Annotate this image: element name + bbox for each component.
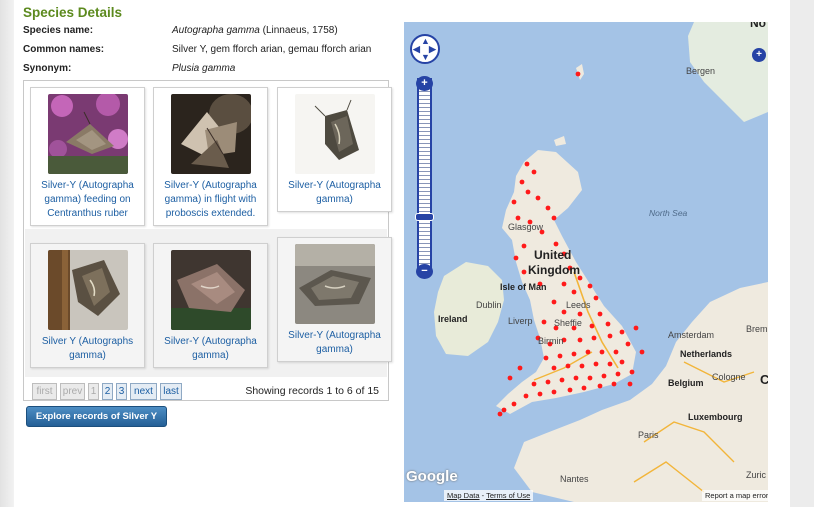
label-north-sea: North Sea bbox=[649, 208, 688, 218]
label-bremen: Brem bbox=[746, 324, 768, 334]
map-base bbox=[404, 22, 768, 502]
pager-next[interactable]: next bbox=[130, 383, 157, 400]
detail-label: Species name: bbox=[23, 25, 94, 36]
detail-label: Synonym: bbox=[23, 63, 72, 74]
pager-last[interactable]: last bbox=[160, 383, 182, 400]
label-leeds: Leeds bbox=[566, 300, 591, 310]
label-netherlands: Netherlands bbox=[680, 349, 733, 359]
pager-page-2[interactable]: 2 bbox=[102, 383, 113, 400]
moth-on-pink-flower-photo[interactable] bbox=[47, 94, 128, 174]
moth-on-white-photo[interactable] bbox=[294, 94, 375, 174]
photo-caption-link[interactable]: Silver-Y (Autographa gamma) bbox=[154, 330, 267, 367]
moth-in-flight-photo[interactable] bbox=[170, 94, 251, 174]
photo-card[interactable]: Silver-Y (Autographa gamma) bbox=[153, 243, 268, 368]
pager-prev: prev bbox=[60, 383, 85, 400]
photo-caption-link[interactable]: Silver-Y (Autographa gamma) bbox=[278, 174, 391, 211]
zoom-in-icon[interactable]: + bbox=[416, 76, 433, 91]
label-kingdom: Kingdom bbox=[528, 263, 580, 277]
photo-caption-link[interactable]: Silver-Y (Autographa gamma) in flight wi… bbox=[154, 174, 267, 225]
google-logo[interactable]: Google bbox=[406, 468, 458, 485]
photo-card[interactable]: Silver-Y (Autographa gamma) bbox=[277, 237, 392, 362]
pan-down-icon[interactable]: ▼ bbox=[421, 53, 430, 62]
photo-gallery: Silver-Y (Autographa gamma) feeding on C… bbox=[23, 80, 392, 401]
detail-label: Common names: bbox=[23, 44, 105, 55]
label-isle-of-man: Isle of Man bbox=[500, 282, 547, 292]
photo-caption-link[interactable]: Silver-Y (Autographa gamma) feeding on C… bbox=[31, 174, 144, 225]
pan-control[interactable]: ▲ ◀ ▶ ▼ bbox=[410, 34, 440, 64]
page-left-shadow bbox=[0, 0, 14, 507]
label-nantes: Nantes bbox=[560, 474, 589, 484]
detail-value: Silver Y, gem fforch arian, gemau fforch… bbox=[172, 44, 372, 55]
label-ireland: Ireland bbox=[438, 314, 468, 324]
label-belgium: Belgium bbox=[668, 378, 704, 388]
detail-value: Autographa gamma (Linnaeus, 1758) bbox=[172, 25, 338, 36]
label-united: United bbox=[534, 248, 572, 262]
photo-card[interactable]: Silver-Y (Autographa gamma) feeding on C… bbox=[30, 87, 145, 226]
label-norway-edge: No bbox=[750, 22, 766, 30]
photo-card[interactable]: Silver-Y (Autographa gamma) in flight wi… bbox=[153, 87, 268, 226]
photo-card[interactable]: Silver-Y (Autographa gamma) bbox=[277, 87, 392, 212]
map-data-link[interactable]: Map Data bbox=[447, 491, 480, 500]
records-count: Showing records 1 to 6 of 15 bbox=[245, 385, 379, 397]
page-right-margin bbox=[790, 0, 814, 507]
label-paris: Paris bbox=[638, 430, 659, 440]
pan-right-icon[interactable]: ▶ bbox=[429, 45, 436, 54]
report-map-error-link[interactable]: Report a map error bbox=[702, 490, 768, 501]
moth-on-stone-photo[interactable] bbox=[294, 244, 375, 324]
label-glasgow: Glasgow bbox=[508, 222, 544, 232]
photo-caption-link[interactable]: Silver Y (Autographs gamma) bbox=[31, 330, 144, 367]
pager-page-1: 1 bbox=[88, 383, 99, 400]
moth-on-wood-photo[interactable] bbox=[47, 250, 128, 330]
zoom-slider-thumb[interactable] bbox=[415, 213, 434, 221]
zoom-out-icon[interactable]: − bbox=[416, 264, 433, 279]
section-title: Species Details bbox=[23, 5, 123, 20]
label-cologne: Cologne bbox=[712, 372, 746, 382]
detail-value: Plusia gamma bbox=[172, 63, 236, 74]
expand-map-icon[interactable]: + bbox=[752, 48, 766, 62]
label-liverpool: Liverp bbox=[508, 316, 533, 326]
label-c-edge: C bbox=[760, 372, 768, 387]
terms-of-use-link[interactable]: Terms of Use bbox=[486, 491, 530, 500]
pager-page-3[interactable]: 3 bbox=[116, 383, 127, 400]
label-dublin: Dublin bbox=[476, 300, 502, 310]
explore-records-button[interactable]: Explore records of Silver Y bbox=[26, 406, 167, 427]
zoom-slider-track[interactable] bbox=[417, 78, 432, 275]
photo-caption-link[interactable]: Silver-Y (Autographa gamma) bbox=[278, 324, 391, 361]
label-birmingham: Birmin bbox=[538, 336, 564, 346]
label-bergen: Bergen bbox=[686, 66, 716, 76]
species-page: Species Details Species name: Autographa… bbox=[14, 0, 790, 507]
label-amsterdam: Amsterdam bbox=[668, 330, 715, 340]
distribution-map[interactable]: Bergen North Sea Glasgow United Kingdom … bbox=[404, 22, 768, 502]
label-zurich: Zuric bbox=[746, 470, 766, 480]
label-luxembourg: Luxembourg bbox=[688, 412, 743, 422]
map-footer-links: Map Data - Terms of Use bbox=[444, 490, 534, 501]
pager-first: first bbox=[32, 383, 57, 400]
moth-close-up-photo[interactable] bbox=[170, 250, 251, 330]
photo-card[interactable]: Silver Y (Autographs gamma) bbox=[30, 243, 145, 368]
label-sheffield: Sheffie bbox=[554, 318, 582, 328]
pan-left-icon[interactable]: ◀ bbox=[413, 45, 420, 54]
